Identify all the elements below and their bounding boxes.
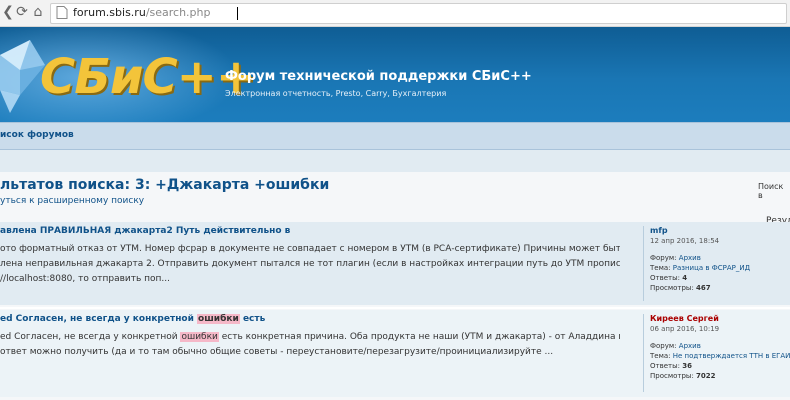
breadcrumb-bar: исок форумов: [0, 122, 790, 150]
home-icon[interactable]: ⌂: [30, 4, 46, 20]
post-date: 06 апр 2016, 10:19: [650, 325, 720, 333]
views-label: Просмотры:: [650, 284, 694, 292]
back-to-advanced-search-link[interactable]: уться к расширенному поиску: [0, 196, 144, 206]
author-link[interactable]: Киреев Сергей: [650, 314, 790, 324]
views-count: 7022: [696, 372, 716, 380]
topic-label: Тема:: [650, 352, 671, 360]
column-divider: [643, 226, 644, 301]
browser-toolbar: ❮ ⟳ ⌂ forum.sbis.ru/search.php: [0, 0, 790, 27]
forum-label: Форум:: [650, 254, 677, 262]
search-in-label: Поиск в: [758, 182, 784, 200]
topic-link[interactable]: Не подтверждается ТТН в ЕГАИС: [673, 352, 790, 360]
site-header: СБиС++ Форум технической поддержки СБиС+…: [0, 27, 790, 122]
views-label: Просмотры:: [650, 372, 694, 380]
search-highlight: ошибки: [197, 314, 240, 324]
result-meta: mfp 12 апр 2016, 18:54 Форум: Архив Тема…: [650, 226, 790, 293]
forum-list-link[interactable]: исок форумов: [0, 130, 74, 140]
excerpt-line: //localhost:8080, то отправить поп...: [0, 274, 171, 284]
text-caret: [237, 7, 238, 20]
logo-wordmark[interactable]: СБиС++: [40, 49, 256, 105]
result-title-link[interactable]: авлена ПРАВИЛЬНАЯ джакарта2 Путь действи…: [0, 226, 290, 236]
replies-label: Ответы:: [650, 362, 680, 370]
search-highlight: ошибки: [180, 332, 219, 342]
reload-icon[interactable]: ⟳: [14, 4, 30, 20]
search-result: авлена ПРАВИЛЬНАЯ джакарта2 Путь действи…: [0, 222, 790, 305]
forum-label: Форум:: [650, 342, 677, 350]
replies-count: 4: [682, 274, 688, 282]
url-path: /search.php: [145, 6, 211, 19]
forum-link[interactable]: Архив: [679, 342, 701, 350]
author-link[interactable]: mfp: [650, 226, 790, 236]
result-meta: Киреев Сергей 06 апр 2016, 10:19 Форум: …: [650, 314, 790, 381]
page-icon: [56, 6, 68, 19]
post-date: 12 апр 2016, 18:54: [650, 237, 720, 245]
column-divider: [643, 314, 644, 392]
excerpt-line: ответ можно получить (да и то там обычно…: [0, 347, 554, 357]
address-bar[interactable]: forum.sbis.ru/search.php: [50, 3, 787, 24]
topic-link[interactable]: Разница в ФСРАР_ИД: [673, 264, 750, 272]
sub-nav-stripe: [0, 150, 790, 172]
replies-count: 36: [682, 362, 692, 370]
result-excerpt: ed Согласен, не всегда у конкретной ошиб…: [0, 330, 620, 360]
url-domain: forum.sbis.ru: [73, 6, 146, 19]
page-title: льтатов поиска: 3: +Джакарта +ошибки: [0, 177, 330, 193]
result-title-link[interactable]: ed Согласен, не всегда у конкретной ошиб…: [0, 314, 265, 324]
views-count: 467: [696, 284, 711, 292]
forum-link[interactable]: Архив: [679, 254, 701, 262]
result-excerpt: ото форматный отказ от УТМ. Номер фсрар …: [0, 242, 620, 287]
result-divider: [0, 307, 790, 309]
search-result: ed Согласен, не всегда у конкретной ошиб…: [0, 310, 790, 397]
excerpt-line: ed Согласен, не всегда у конкретной ошиб…: [0, 332, 620, 342]
excerpt-line: лена неправильная джакарта 2. Отправить …: [0, 259, 620, 269]
site-description: Электронная отчетность, Presto, Carry, Б…: [225, 89, 447, 98]
replies-label: Ответы:: [650, 274, 680, 282]
site-title: Форум технической поддержки СБиС++: [225, 69, 532, 84]
topic-label: Тема:: [650, 264, 671, 272]
excerpt-line: ото форматный отказ от УТМ. Номер фсрар …: [0, 244, 620, 254]
